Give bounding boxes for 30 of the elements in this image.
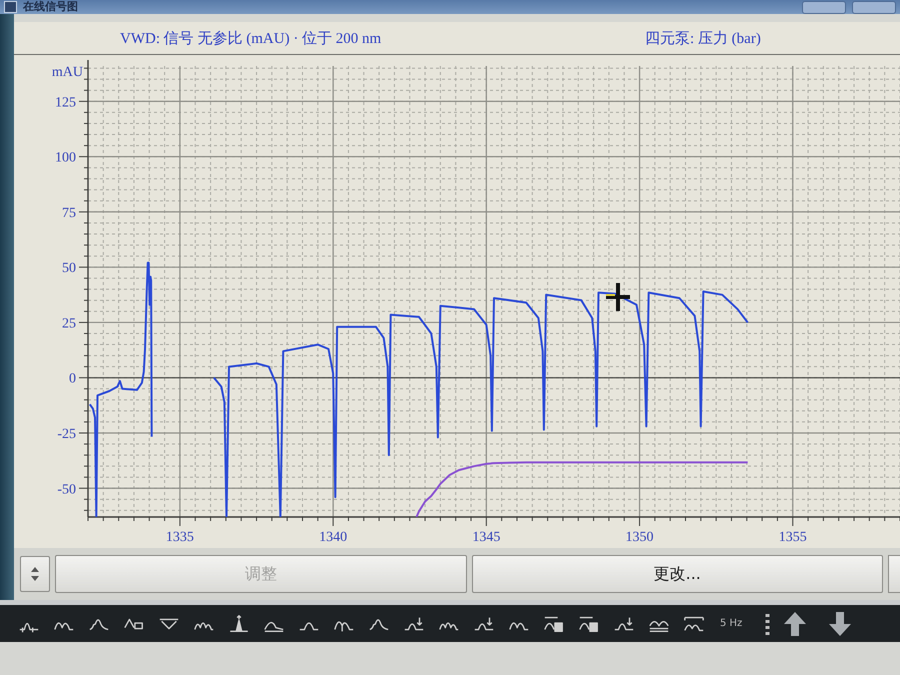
signal-legend-label: VWD: 信号 无参比 (mAU) · 位于 200 nm (120, 30, 382, 48)
y-tick-label: -50 (57, 482, 76, 498)
pressure-legend-label: 四元泵: 压力 (bar) (645, 30, 761, 48)
y-axis-label: mAU (52, 65, 83, 80)
title-bar-button[interactable] (852, 0, 896, 14)
scroll-button[interactable] (20, 556, 50, 592)
y-tick-label: 75 (62, 206, 76, 221)
x-tick-label: 1345 (472, 530, 500, 545)
y-tick-label: 0 (69, 372, 76, 387)
action-button[interactable]: 更改... (472, 555, 883, 593)
up-down-arrows-icon (30, 566, 40, 582)
x-tick-label: 1355 (778, 530, 807, 545)
filled-peak-icon[interactable] (228, 614, 250, 634)
y-tick-label: 25 (62, 316, 76, 332)
y-tick-label: 50 (62, 261, 76, 276)
x-tick-label: 1335 (166, 530, 194, 545)
x-tick-label: 1340 (319, 530, 348, 545)
up-arrow-icon[interactable] (783, 610, 808, 636)
x-tick-label: 1350 (626, 530, 654, 545)
crosshair-cursor-icon (606, 283, 630, 311)
sampling-rate-label: 5 Hz (720, 618, 742, 629)
y-tick-label: -25 (57, 427, 76, 442)
y-tick-label: 125 (55, 95, 76, 110)
side-button[interactable] (888, 555, 900, 593)
title-bar-button[interactable] (802, 0, 846, 14)
y-tick-label: 100 (55, 150, 76, 166)
window-icon (4, 1, 17, 13)
down-arrow-icon[interactable] (828, 610, 852, 636)
window-title: 在线信号图 (23, 0, 78, 14)
grip-icon[interactable] (765, 612, 770, 636)
